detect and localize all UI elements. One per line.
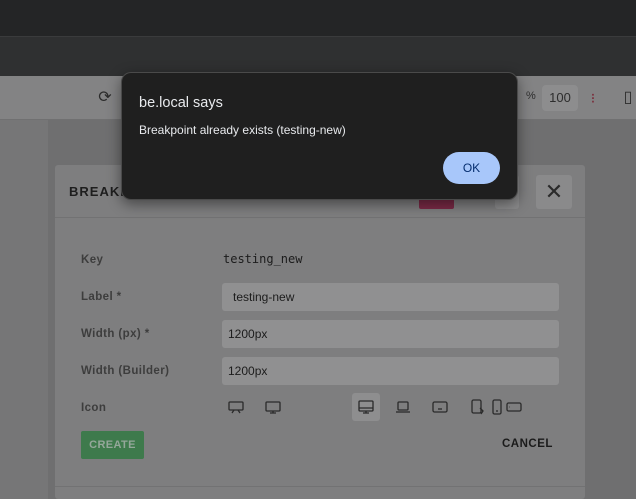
tablet-landscape-icon[interactable] xyxy=(426,393,454,421)
mobile-icon[interactable] xyxy=(483,393,511,421)
left-sidebar xyxy=(0,120,48,499)
zoom-input[interactable]: 100 xyxy=(542,85,578,111)
alert-dialog: be.local says Breakpoint already exists … xyxy=(121,72,518,200)
modal-footer-divider xyxy=(55,486,585,487)
width-builder-input[interactable]: 1200px xyxy=(222,357,559,385)
panel-toggle-icon[interactable]: ▯ xyxy=(618,88,636,108)
dialog-message: Breakpoint already exists (testing-new) xyxy=(139,123,346,137)
desktop-icon[interactable] xyxy=(352,393,380,421)
width-input[interactable]: 1200px xyxy=(222,320,559,348)
dialog-title: be.local says xyxy=(139,95,223,111)
laptop-icon[interactable] xyxy=(389,393,417,421)
cancel-button[interactable]: CANCEL xyxy=(502,438,553,450)
zoom-unit: % xyxy=(526,90,536,102)
breakpoints-icon[interactable]: ⁝ xyxy=(583,88,603,108)
key-label: Key xyxy=(81,254,104,266)
create-button[interactable]: CREATE xyxy=(81,431,144,459)
desktop-wide-icon[interactable] xyxy=(222,393,250,421)
width-builder-label: Width (Builder) xyxy=(81,365,170,377)
close-icon[interactable]: ✕ xyxy=(536,175,572,209)
icon-label: Icon xyxy=(81,402,107,414)
label-input[interactable]: testing-new xyxy=(222,283,559,311)
monitor-icon[interactable] xyxy=(259,393,287,421)
breakpoint-modal: BREAKP ✕ Key testing_new Label * testing… xyxy=(55,165,585,499)
icon-picker xyxy=(222,393,522,423)
key-value: testing_new xyxy=(223,252,303,266)
browser-address-bar xyxy=(0,36,636,76)
refresh-icon[interactable]: ⟳ xyxy=(95,88,115,108)
label-label: Label * xyxy=(81,291,122,303)
browser-tab-strip xyxy=(0,0,636,36)
ok-button[interactable]: OK xyxy=(443,152,500,184)
width-label: Width (px) * xyxy=(81,328,150,340)
